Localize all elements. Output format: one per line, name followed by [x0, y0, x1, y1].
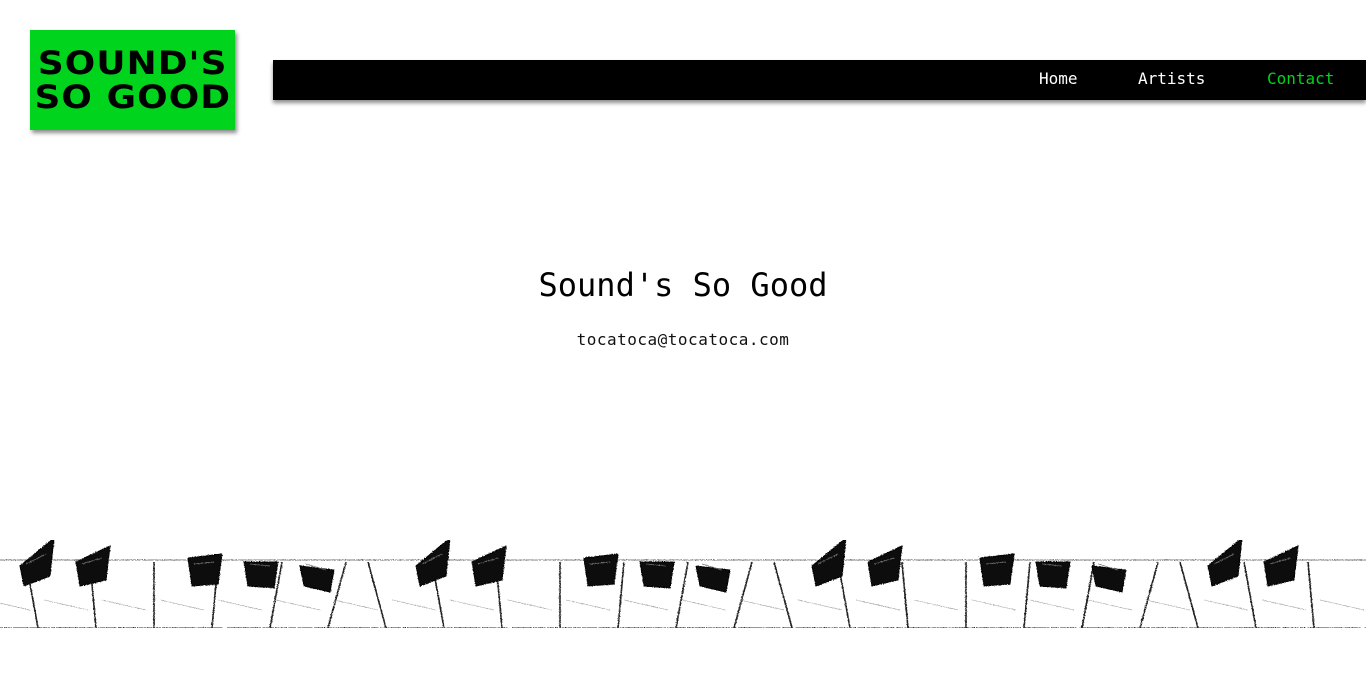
- main-navigation: Home Artists Contact: [273, 60, 1366, 100]
- contact-email: tocatoca@tocatoca.com: [576, 330, 790, 349]
- piano-keys-image: [0, 540, 1366, 629]
- nav-link-artists[interactable]: Artists: [1138, 69, 1205, 88]
- nav-link-contact[interactable]: Contact: [1267, 69, 1334, 88]
- page-title: Sound's So Good: [538, 266, 828, 304]
- nav-link-home[interactable]: Home: [1039, 69, 1078, 88]
- logo-line-2: SO GOOD: [34, 78, 231, 116]
- site-logo[interactable]: SOUND'S SO GOOD: [30, 30, 235, 130]
- logo-line-1: SOUND'S: [37, 44, 228, 82]
